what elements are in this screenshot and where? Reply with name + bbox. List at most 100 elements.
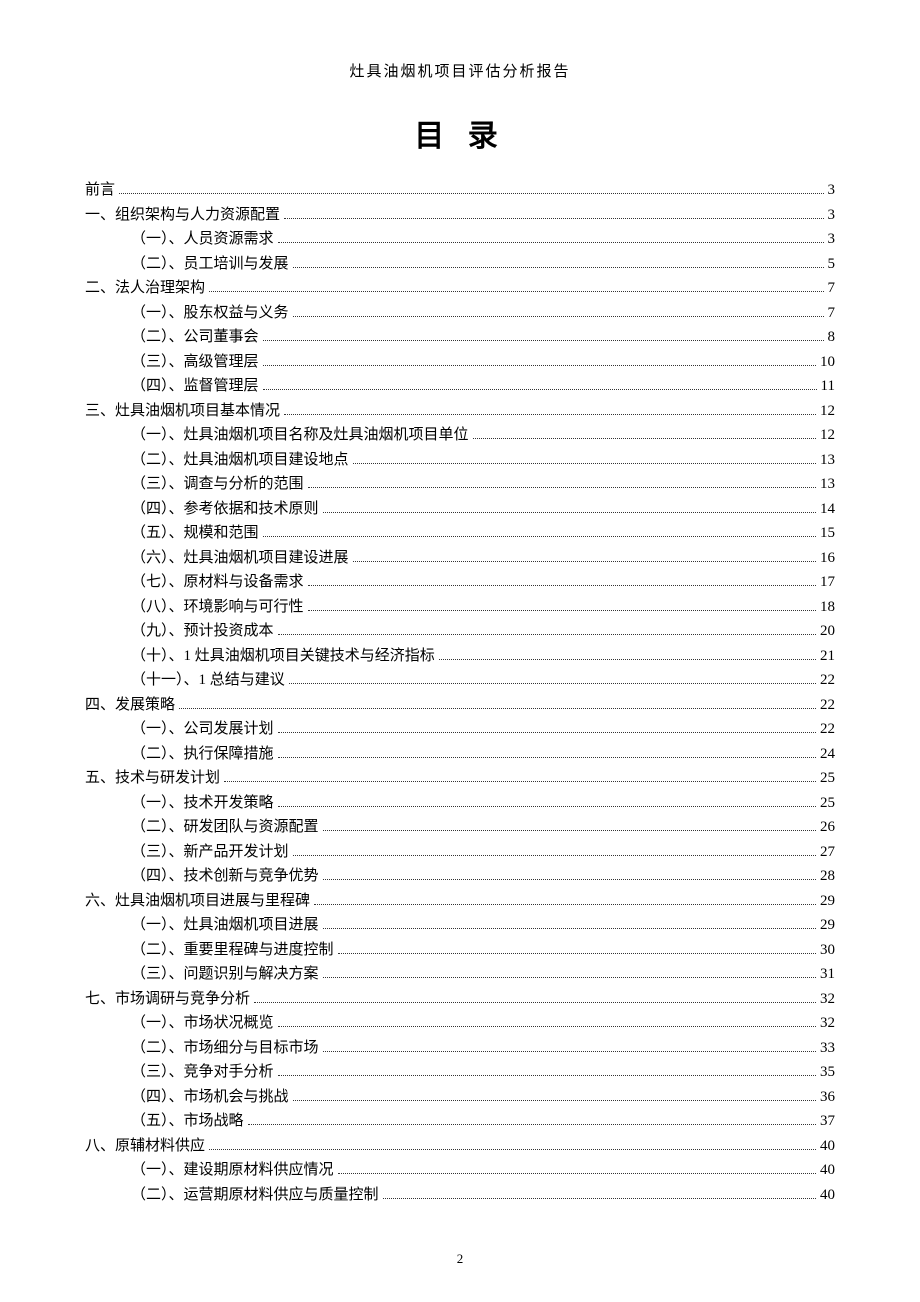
toc-entry: （一）、市场状况概览32 — [85, 1016, 835, 1031]
toc-entry-label: 六、灶具油烟机项目进展与里程碑 — [85, 894, 310, 909]
toc-entry-label: 一、组织架构与人力资源配置 — [85, 208, 280, 223]
toc-entry-label: （三）、高级管理层 — [131, 355, 259, 370]
toc-leader-dots — [293, 855, 816, 856]
toc-entry-page: 3 — [828, 232, 836, 247]
toc-entry-page: 26 — [820, 820, 835, 835]
toc-entry: （五）、规模和范围15 — [85, 526, 835, 541]
toc-entry-page: 20 — [820, 624, 835, 639]
toc-entry: （一）、灶具油烟机项目进展29 — [85, 918, 835, 933]
toc-entry-page: 13 — [820, 477, 835, 492]
toc-entry-label: （三）、调查与分析的范围 — [131, 477, 304, 492]
toc-entry-page: 31 — [820, 967, 835, 982]
toc-leader-dots — [473, 438, 816, 439]
toc-leader-dots — [209, 1149, 816, 1150]
toc-entry-label: （二）、市场细分与目标市场 — [131, 1041, 319, 1056]
toc-leader-dots — [308, 487, 816, 488]
toc-leader-dots — [308, 585, 816, 586]
toc-entry-page: 25 — [820, 771, 835, 786]
toc-entry-label: 八、原辅材料供应 — [85, 1139, 205, 1154]
toc-entry-label: 前言 — [85, 183, 115, 198]
toc-entry: （三）、新产品开发计划27 — [85, 845, 835, 860]
toc-entry-page: 36 — [820, 1090, 835, 1105]
toc-entry: （二）、公司董事会8 — [85, 330, 835, 345]
page-header: 灶具油烟机项目评估分析报告 — [85, 60, 835, 81]
toc-leader-dots — [278, 732, 816, 733]
toc-entry-page: 30 — [820, 943, 835, 958]
toc-entry: 前言 3 — [85, 183, 835, 198]
toc-entry: （九）、预计投资成本 20 — [85, 624, 835, 639]
toc-entry-page: 40 — [820, 1163, 835, 1178]
toc-entry: （四）、技术创新与竞争优势 28 — [85, 869, 835, 884]
toc-entry-label: （九）、预计投资成本 — [131, 624, 274, 639]
toc-entry-page: 7 — [828, 306, 836, 321]
toc-entry-label: （四）、技术创新与竞争优势 — [131, 869, 319, 884]
toc-entry-page: 15 — [820, 526, 835, 541]
toc-entry-label: （三）、竞争对手分析 — [131, 1065, 274, 1080]
toc-entry-label: 四、发展策略 — [85, 698, 175, 713]
toc-entry-page: 13 — [820, 453, 835, 468]
toc-entry-label: （十）、1 灶具油烟机项目关键技术与经济指标 — [131, 649, 435, 664]
toc-entry-page: 40 — [820, 1139, 835, 1154]
toc-entry: 一、组织架构与人力资源配置 3 — [85, 208, 835, 223]
toc-title: 目 录 — [85, 111, 835, 155]
toc-entry: （二）、灶具油烟机项目建设地点13 — [85, 453, 835, 468]
toc-entry-label: （二）、重要里程碑与进度控制 — [131, 943, 334, 958]
toc-entry-page: 40 — [820, 1188, 835, 1203]
toc-entry-page: 22 — [820, 698, 835, 713]
toc-leader-dots — [383, 1198, 816, 1199]
toc-entry: （三）、竞争对手分析35 — [85, 1065, 835, 1080]
toc-leader-dots — [263, 365, 816, 366]
toc-entry-page: 22 — [820, 673, 835, 688]
toc-entry: 五、技术与研发计划25 — [85, 771, 835, 786]
toc-entry-label: （三）、新产品开发计划 — [131, 845, 289, 860]
toc-leader-dots — [263, 389, 817, 390]
toc-leader-dots — [353, 561, 816, 562]
toc-entry-label: 二、法人治理架构 — [85, 281, 205, 296]
toc-entry: 八、原辅材料供应 40 — [85, 1139, 835, 1154]
toc-leader-dots — [293, 1100, 816, 1101]
toc-entry-label: （四）、参考依据和技术原则 — [131, 502, 319, 517]
toc-entry-page: 28 — [820, 869, 835, 884]
toc-entry: （一）、技术开发策略25 — [85, 796, 835, 811]
toc-entry: （二）、研发团队与资源配置26 — [85, 820, 835, 835]
toc-entry-page: 3 — [828, 208, 836, 223]
toc-leader-dots — [323, 977, 816, 978]
toc-entry-label: （二）、员工培训与发展 — [131, 257, 289, 272]
toc-entry: （二）、运营期原材料供应与质量控制 40 — [85, 1188, 835, 1203]
toc-leader-dots — [209, 291, 823, 292]
toc-leader-dots — [284, 218, 823, 219]
toc-entry-page: 3 — [828, 183, 836, 198]
toc-entry-label: （三）、问题识别与解决方案 — [131, 967, 319, 982]
toc-leader-dots — [338, 1173, 816, 1174]
toc-leader-dots — [338, 953, 816, 954]
toc-entry: （八）、环境影响与可行性18 — [85, 600, 835, 615]
toc-entry-page: 25 — [820, 796, 835, 811]
toc-leader-dots — [263, 340, 824, 341]
toc-entry-label: （一）、灶具油烟机项目进展 — [131, 918, 319, 933]
toc-entry: （五）、市场战略37 — [85, 1114, 835, 1129]
toc-leader-dots — [323, 928, 816, 929]
toc-leader-dots — [323, 830, 816, 831]
page-number: 2 — [0, 1251, 920, 1267]
toc-entry: （一）、灶具油烟机项目名称及灶具油烟机项目单位12 — [85, 428, 835, 443]
toc-entry: （二）、执行保障措施24 — [85, 747, 835, 762]
toc-entry: （十一）、1 总结与建议 22 — [85, 673, 835, 688]
toc-entry-label: 七、市场调研与竞争分析 — [85, 992, 250, 1007]
toc-entry-label: （一）、公司发展计划 — [131, 722, 274, 737]
toc-leader-dots — [179, 708, 816, 709]
toc-entry-label: （二）、公司董事会 — [131, 330, 259, 345]
toc-entry-label: （十一）、1 总结与建议 — [131, 673, 285, 688]
toc-leader-dots — [308, 610, 816, 611]
toc-leader-dots — [323, 879, 816, 880]
toc-entry: 四、发展策略 22 — [85, 698, 835, 713]
toc-entry: （四）、参考依据和技术原则14 — [85, 502, 835, 517]
toc-entry-label: 三、灶具油烟机项目基本情况 — [85, 404, 280, 419]
toc-entry-page: 32 — [820, 992, 835, 1007]
toc-leader-dots — [323, 512, 816, 513]
document-page: 灶具油烟机项目评估分析报告 目 录 前言3一、组织架构与人力资源配置3（一）、人… — [0, 0, 920, 1302]
toc-leader-dots — [278, 806, 816, 807]
toc-entry-label: （七）、原材料与设备需求 — [131, 575, 304, 590]
toc-entry-page: 11 — [821, 379, 835, 394]
toc-entry-label: （二）、运营期原材料供应与质量控制 — [131, 1188, 379, 1203]
toc-entry-page: 22 — [820, 722, 835, 737]
